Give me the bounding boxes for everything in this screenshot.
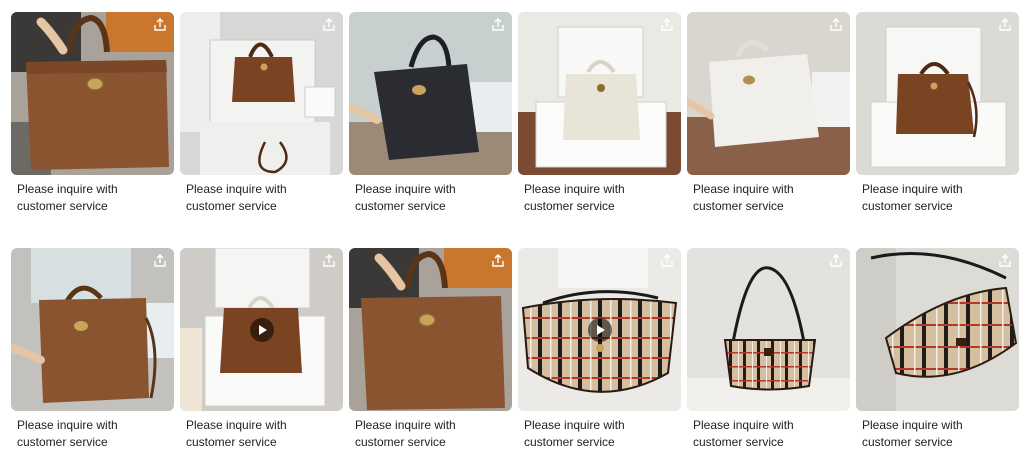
product-card[interactable]: Please inquire with customer service bbox=[349, 12, 512, 215]
product-caption[interactable]: Please inquire with customer service bbox=[862, 417, 1013, 451]
tan-tote-photo bbox=[11, 12, 174, 175]
product-image[interactable] bbox=[180, 248, 343, 411]
product-image[interactable] bbox=[518, 248, 681, 411]
product-caption[interactable]: Please inquire with customer service bbox=[524, 181, 675, 215]
black-tote-photo bbox=[349, 12, 512, 175]
product-image[interactable] bbox=[856, 12, 1019, 175]
product-caption[interactable]: Please inquire with customer service bbox=[355, 417, 506, 451]
brown-tote-box-photo bbox=[180, 12, 343, 175]
tan-tote-photo bbox=[349, 248, 512, 411]
share-icon[interactable] bbox=[829, 254, 843, 268]
share-icon[interactable] bbox=[491, 254, 505, 268]
product-card[interactable]: Please inquire with customer service bbox=[11, 12, 174, 215]
share-icon[interactable] bbox=[829, 18, 843, 32]
share-icon[interactable] bbox=[491, 18, 505, 32]
product-caption[interactable]: Please inquire with customer service bbox=[186, 417, 337, 451]
product-caption[interactable]: Please inquire with customer service bbox=[524, 417, 675, 451]
share-icon[interactable] bbox=[998, 254, 1012, 268]
product-caption[interactable]: Please inquire with customer service bbox=[693, 181, 844, 215]
product-card[interactable]: Please inquire with customer service bbox=[518, 12, 681, 215]
play-icon[interactable] bbox=[249, 317, 274, 342]
share-icon[interactable] bbox=[660, 18, 674, 32]
product-card[interactable]: Please inquire with customer service bbox=[687, 248, 850, 451]
product-card[interactable]: Please inquire with customer service bbox=[349, 248, 512, 451]
brown-tote-box-photo bbox=[856, 12, 1019, 175]
product-image[interactable] bbox=[11, 12, 174, 175]
product-image[interactable] bbox=[349, 12, 512, 175]
ivory-tote-box-photo bbox=[518, 12, 681, 175]
product-caption[interactable]: Please inquire with customer service bbox=[862, 181, 1013, 215]
share-icon[interactable] bbox=[153, 254, 167, 268]
product-card[interactable]: Please inquire with customer service bbox=[180, 12, 343, 215]
check-shoulder-bag-photo bbox=[856, 248, 1019, 411]
product-image[interactable] bbox=[687, 248, 850, 411]
share-icon[interactable] bbox=[322, 18, 336, 32]
product-caption[interactable]: Please inquire with customer service bbox=[17, 181, 168, 215]
product-image[interactable] bbox=[349, 248, 512, 411]
product-image[interactable] bbox=[518, 12, 681, 175]
product-image[interactable] bbox=[687, 12, 850, 175]
product-caption[interactable]: Please inquire with customer service bbox=[17, 417, 168, 451]
share-icon[interactable] bbox=[660, 254, 674, 268]
play-icon[interactable] bbox=[587, 317, 612, 342]
product-grid: Please inquire with customer service Ple… bbox=[0, 0, 1024, 462]
product-card[interactable]: Please inquire with customer service bbox=[180, 248, 343, 451]
tan-tote-photo bbox=[11, 248, 174, 411]
share-icon[interactable] bbox=[998, 18, 1012, 32]
check-shoulder-bag-photo bbox=[687, 248, 850, 411]
product-caption[interactable]: Please inquire with customer service bbox=[186, 181, 337, 215]
product-card[interactable]: Please inquire with customer service bbox=[856, 248, 1019, 451]
white-tote-photo bbox=[687, 12, 850, 175]
product-card[interactable]: Please inquire with customer service bbox=[518, 248, 681, 451]
product-card[interactable]: Please inquire with customer service bbox=[856, 12, 1019, 215]
product-card[interactable]: Please inquire with customer service bbox=[687, 12, 850, 215]
product-card[interactable]: Please inquire with customer service bbox=[11, 248, 174, 451]
share-icon[interactable] bbox=[153, 18, 167, 32]
product-caption[interactable]: Please inquire with customer service bbox=[355, 181, 506, 215]
product-image[interactable] bbox=[180, 12, 343, 175]
share-icon[interactable] bbox=[322, 254, 336, 268]
product-image[interactable] bbox=[856, 248, 1019, 411]
product-caption[interactable]: Please inquire with customer service bbox=[693, 417, 844, 451]
product-image[interactable] bbox=[11, 248, 174, 411]
